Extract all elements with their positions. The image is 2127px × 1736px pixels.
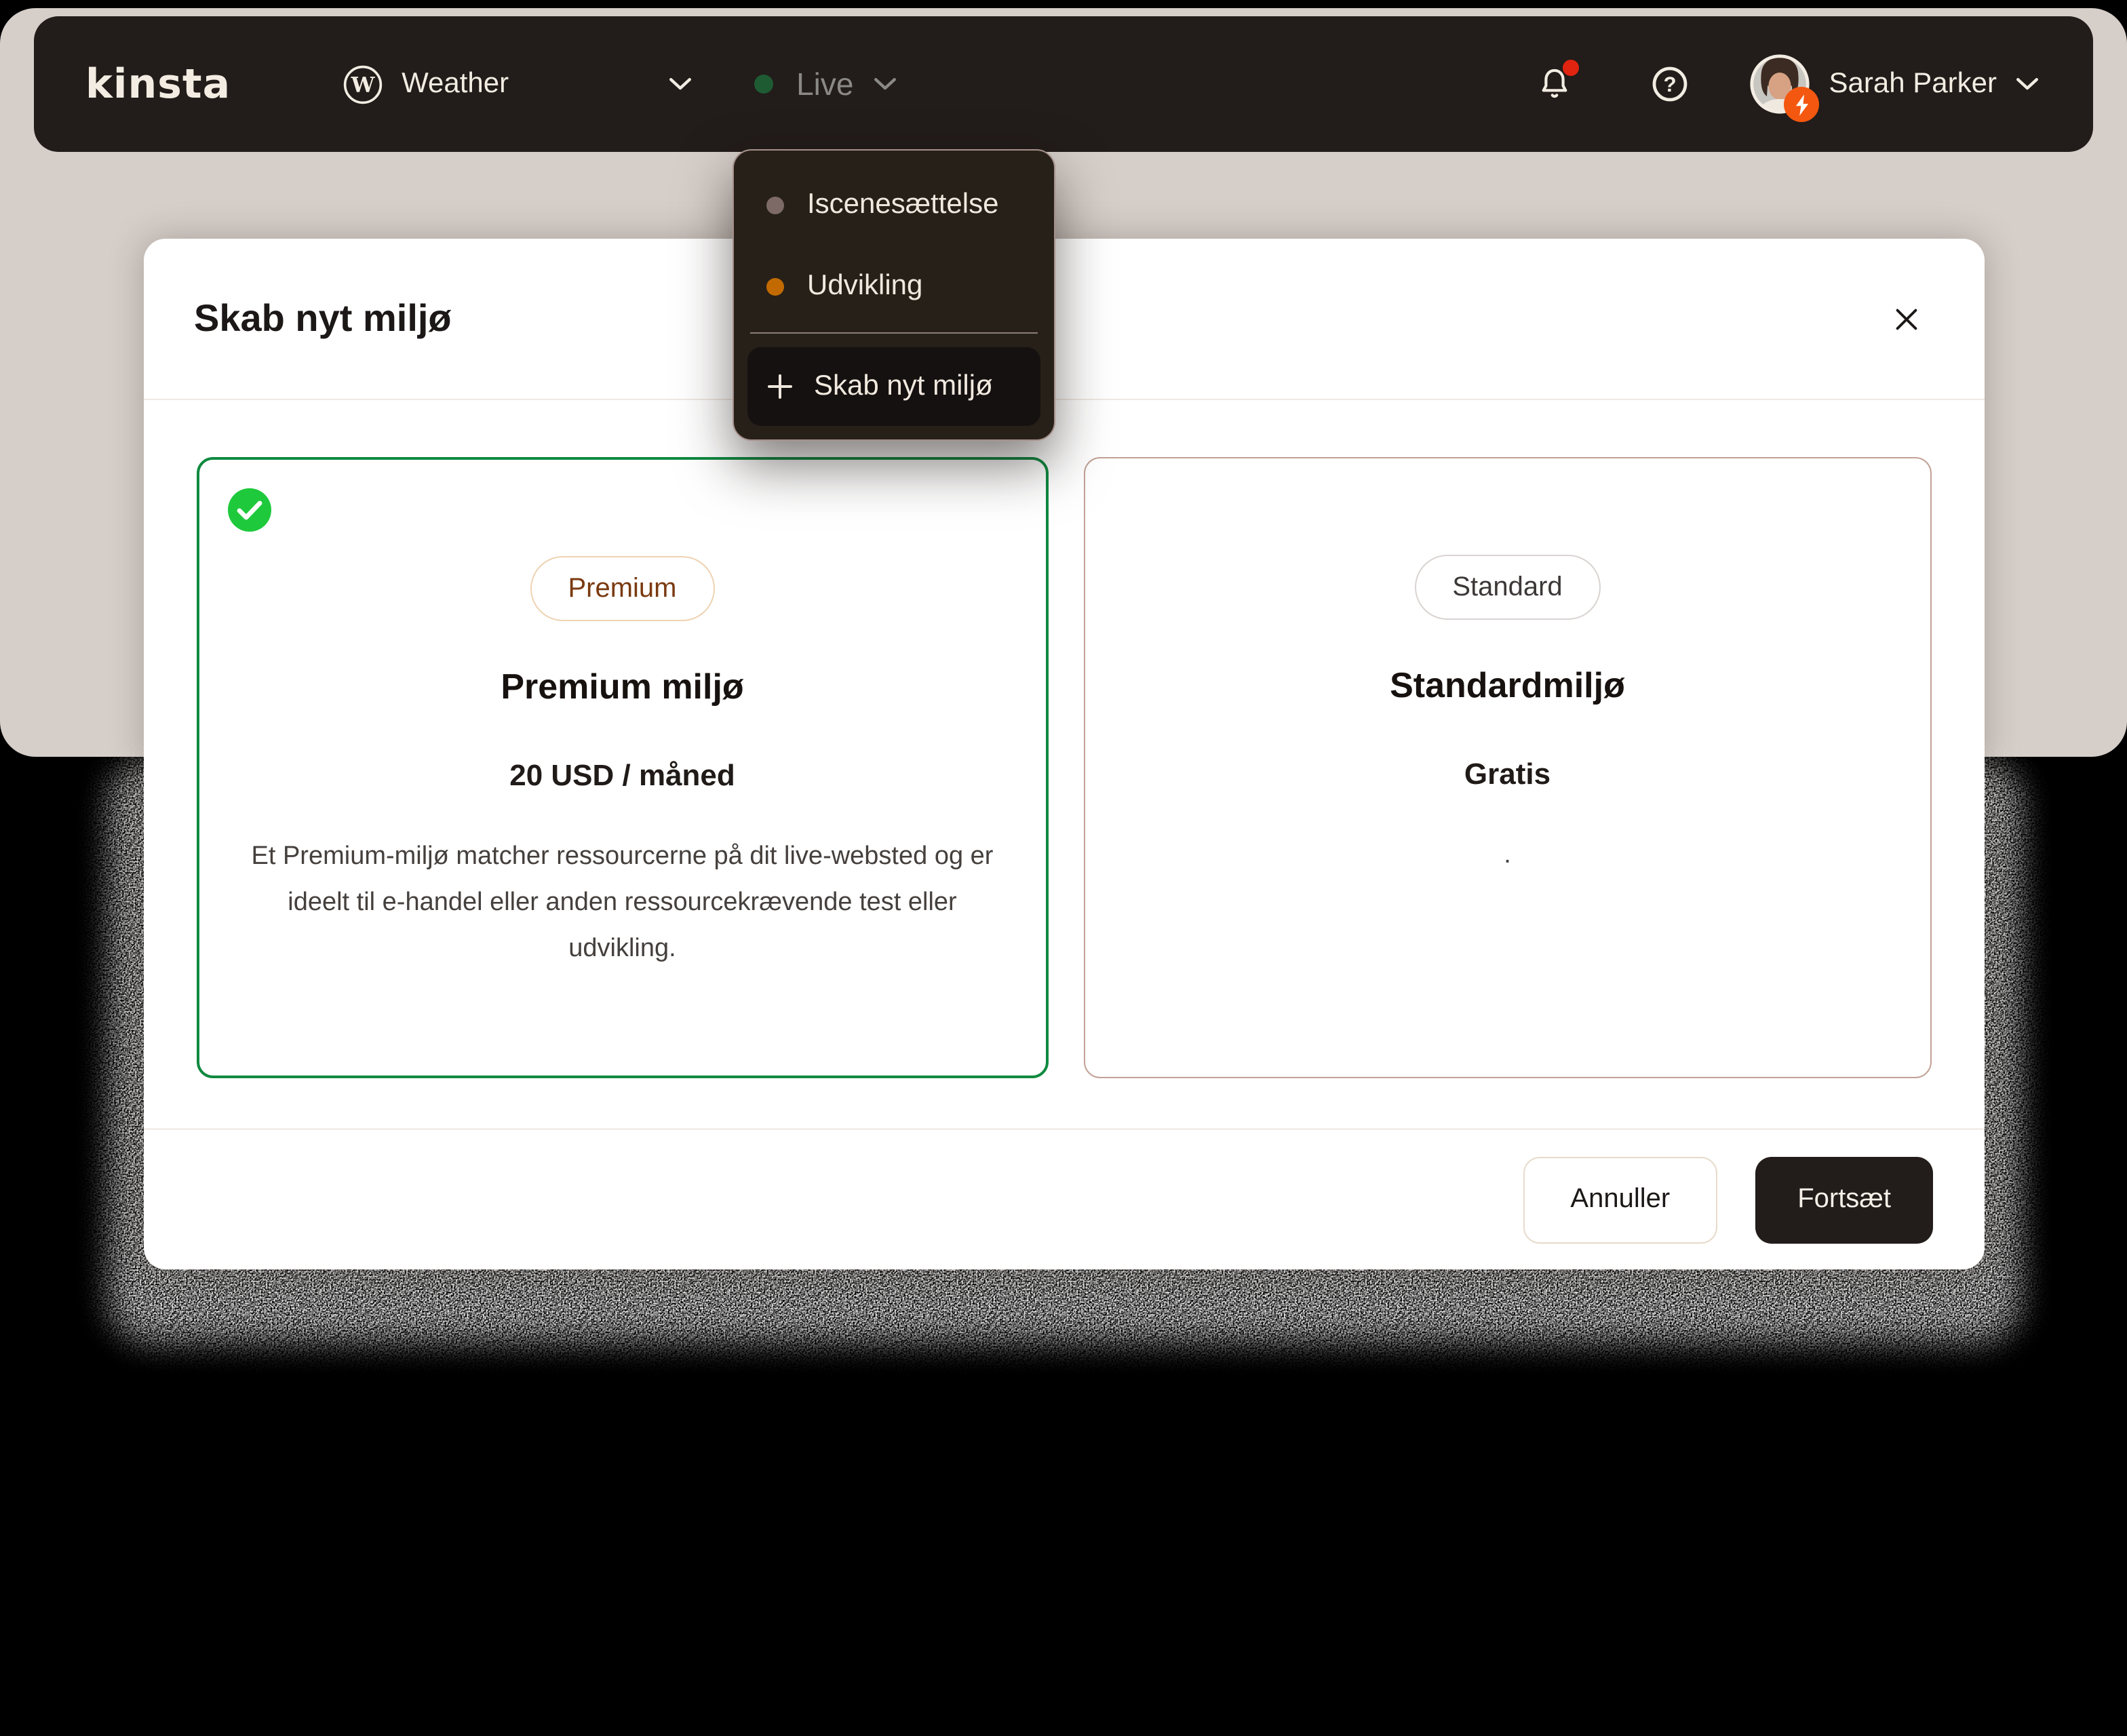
standard-environment-card[interactable]: Standard Standardmiljø Gratis . [1083,457,1932,1078]
svg-text:W: W [351,73,376,97]
plus-icon [766,373,794,400]
svg-text:?: ? [1664,73,1677,96]
site-selector[interactable]: W Weather [342,63,692,105]
menu-item-label: Udvikling [807,270,922,302]
menu-item-label: Skab nyt miljø [814,370,993,403]
lightning-badge [1784,87,1820,122]
user-menu-chevron[interactable] [2016,77,2039,91]
notification-badge [1563,60,1580,76]
environment-dropdown: Iscenesættelse Udvikling Skab nyt miljø [733,149,1055,441]
modal-body: Premium Premium miljø 20 USD / måned Et … [144,400,1985,1078]
menu-item-development[interactable]: Udvikling [747,245,1040,327]
wordpress-icon: W [342,63,384,105]
modal-title: Skab nyt miljø [194,297,452,340]
menu-item-label: Iscenesættelse [807,189,999,221]
chevron-down-icon [874,77,897,91]
create-environment-modal: Skab nyt miljø Premium Premium miljø 20 … [144,239,1985,1269]
top-nav-bar: kinsta W Weather Live [34,16,2093,152]
card-title: Premium miljø [501,666,743,708]
card-title: Standardmiljø [1390,665,1625,707]
menu-item-create-environment[interactable]: Skab nyt miljø [747,347,1040,426]
notifications-button[interactable] [1536,65,1574,103]
premium-badge: Premium [530,556,714,621]
card-price: Gratis [1464,757,1550,792]
premium-environment-card[interactable]: Premium Premium miljø 20 USD / måned Et … [197,457,1048,1078]
modal-footer: Annuller Fortsæt [144,1128,1985,1269]
cancel-button[interactable]: Annuller [1523,1156,1717,1243]
modal-header: Skab nyt miljø [144,239,1985,399]
footer-actions: Annuller Fortsæt [144,1130,1985,1269]
selected-check-icon [227,487,273,533]
menu-item-staging[interactable]: Iscenesættelse [747,164,1040,245]
app-canvas: kinsta W Weather Live [0,0,2127,1736]
chevron-down-icon [2016,77,2039,91]
card-description: . [1118,833,1896,879]
environment-name: Live [796,66,853,102]
help-button[interactable]: ? [1650,64,1691,104]
continue-button[interactable]: Fortsæt [1755,1156,1933,1243]
card-price: 20 USD / måned [509,758,735,793]
user-avatar[interactable] [1751,54,1810,114]
environment-selector[interactable]: Live [754,66,897,102]
close-icon [1891,303,1922,334]
user-name[interactable]: Sarah Parker [1829,68,1997,100]
staging-dot-icon [766,196,784,214]
chevron-down-icon [669,77,692,91]
site-name: Weather [402,68,509,100]
live-status-dot [754,75,773,94]
close-button[interactable] [1886,298,1928,340]
standard-badge: Standard [1414,555,1600,620]
development-dot-icon [766,277,784,295]
kinsta-logo[interactable]: kinsta [85,60,231,108]
menu-divider [750,332,1038,334]
card-description: Et Premium-miljø matcher ressourcerne på… [233,834,1011,972]
question-mark-icon: ? [1650,64,1691,104]
